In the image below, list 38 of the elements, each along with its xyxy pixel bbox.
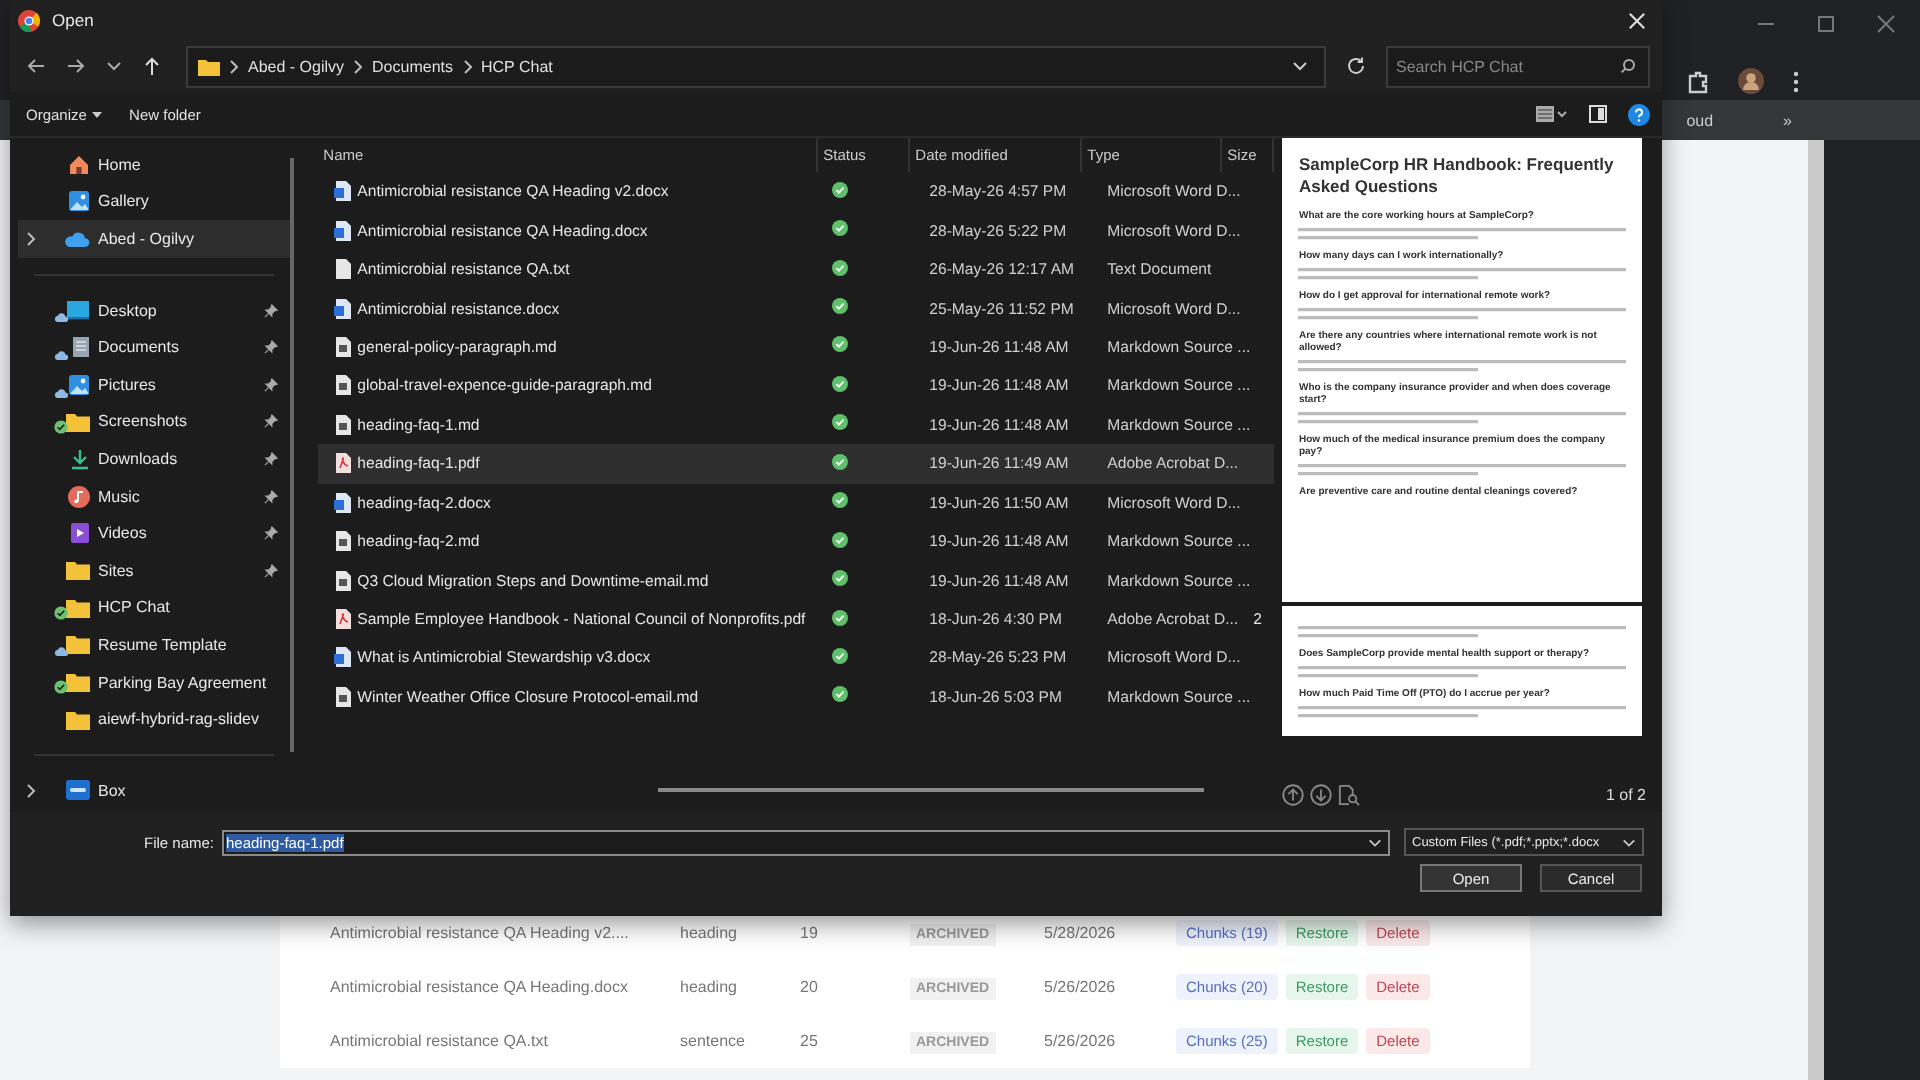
breadcrumb[interactable]: Documents [372, 57, 453, 75]
strategy-text: heading [680, 978, 739, 996]
sidebar-item[interactable]: Desktop [18, 291, 290, 329]
document-title: SampleCorp HR Handbook: Frequently Asked Questions [1298, 154, 1616, 200]
sidebar-item[interactable]: Music [18, 477, 290, 515]
sidebar-item[interactable]: Videos [18, 514, 290, 552]
breadcrumb[interactable]: HCP Chat [481, 57, 553, 75]
sidebar-item[interactable]: Sites [18, 551, 290, 590]
sidebar-item[interactable]: aiewf-hybrid-rag-slidev [18, 700, 290, 738]
date-text: 5/26/2026 [1044, 1032, 1118, 1050]
document-name: Antimicrobial resistance QA Heading.docx [328, 978, 630, 996]
count-text: 20 [800, 978, 820, 996]
sidebar-item[interactable]: Gallery [18, 183, 290, 221]
sidebar-item[interactable]: Parking Bay Agreement [18, 663, 290, 701]
strategy-text: heading [680, 924, 739, 942]
count-text: 25 [800, 1032, 820, 1050]
breadcrumb[interactable]: Abed - Ogilvy [248, 57, 345, 75]
sidebar-item[interactable]: Screenshots [18, 403, 290, 441]
document-name: Antimicrobial resistance QA.txt [328, 1032, 550, 1050]
address-bar[interactable]: Abed - Ogilvy Documents HCP Chat [186, 45, 1326, 87]
page-counter: 1 of 2 [1605, 785, 1646, 804]
window-title: Open [52, 10, 94, 30]
sidebar-item[interactable]: Abed - Ogilvy [18, 220, 290, 258]
date-text: 5/26/2026 [1044, 978, 1118, 996]
sidebar-item[interactable]: Box [18, 771, 290, 809]
count-text: 19 [800, 924, 820, 942]
sidebar-item[interactable]: Documents [18, 328, 290, 366]
sidebar-item[interactable]: Downloads [18, 440, 290, 478]
sidebar-item[interactable]: Resume Template [18, 626, 290, 664]
bookmark-link[interactable]: oud [1686, 111, 1714, 130]
sidebar-item[interactable]: Home [18, 146, 290, 184]
sidebar-item[interactable]: HCP Chat [18, 589, 290, 627]
date-text: 5/28/2026 [1044, 924, 1118, 942]
strategy-text: sentence [680, 1032, 747, 1050]
more-bookmarks-button[interactable]: » [1783, 111, 1792, 130]
sidebar-item[interactable]: Pictures [18, 365, 290, 404]
document-name: Antimicrobial resistance QA Heading v2.... [328, 924, 631, 942]
search-field[interactable]: Search HCP Chat [1386, 45, 1650, 87]
